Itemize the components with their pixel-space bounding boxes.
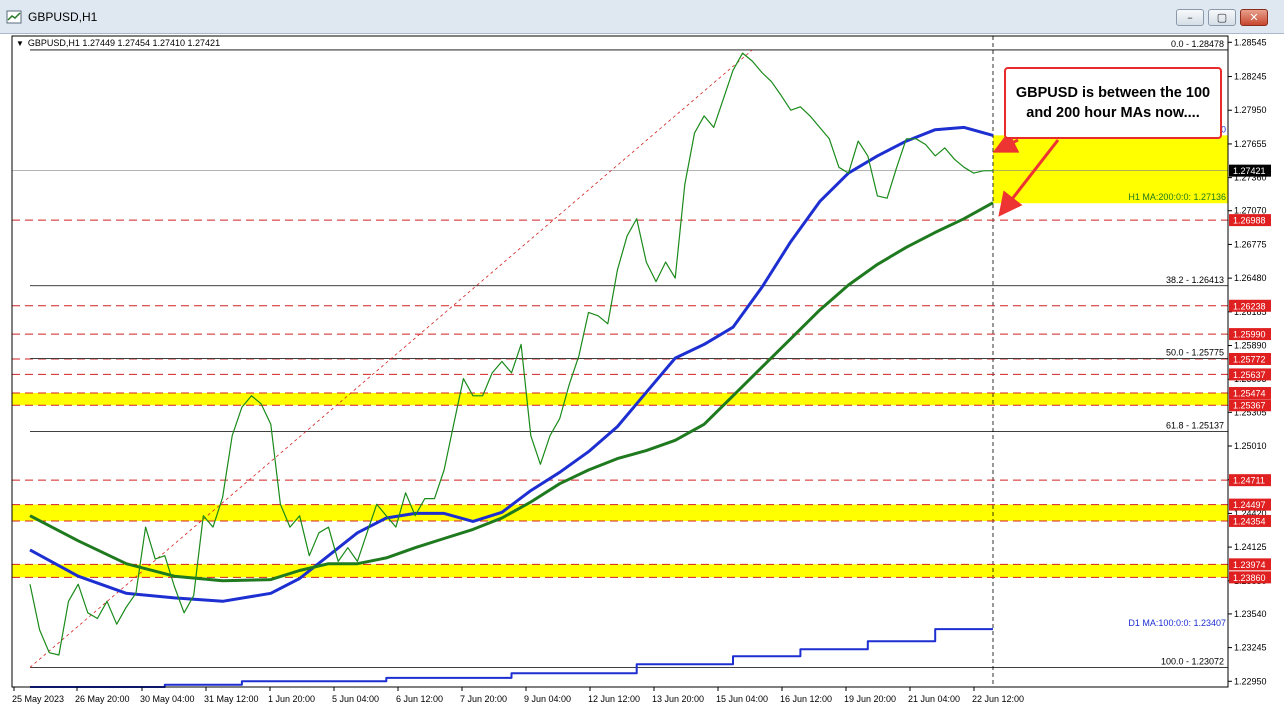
chart-window-icon bbox=[6, 10, 22, 24]
ma-label: H1 MA:200:0:0: 1.27136 bbox=[1128, 192, 1226, 202]
x-tick-label: 6 Jun 12:00 bbox=[396, 694, 443, 704]
y-tick-label: 1.26775 bbox=[1234, 239, 1267, 249]
y-tick-label: 1.28245 bbox=[1234, 72, 1267, 82]
y-tick-label: 1.25890 bbox=[1234, 341, 1267, 351]
y-tick-label: 1.24125 bbox=[1234, 542, 1267, 552]
ma-label: D1 MA:100:0:0: 1.23407 bbox=[1128, 618, 1226, 628]
level-tag-label: 1.24354 bbox=[1233, 516, 1266, 526]
level-tag-label: 1.24711 bbox=[1233, 476, 1265, 486]
support-zone bbox=[12, 393, 1228, 406]
series-d1-ma-100 bbox=[30, 628, 993, 688]
support-zone bbox=[12, 504, 1228, 521]
level-tag-label: 1.23974 bbox=[1233, 560, 1266, 570]
y-tick-label: 1.23245 bbox=[1234, 643, 1267, 653]
current-price-label: 1.27421 bbox=[1233, 166, 1266, 176]
x-tick-label: 7 Jun 20:00 bbox=[460, 694, 507, 704]
x-tick-label: 1 Jun 20:00 bbox=[268, 694, 315, 704]
x-tick-label: 5 Jun 04:00 bbox=[332, 694, 379, 704]
support-zone bbox=[12, 564, 1228, 578]
fib-label: 38.2 - 1.26413 bbox=[1166, 275, 1224, 285]
maximize-button[interactable]: ▢ bbox=[1208, 9, 1236, 26]
y-tick-label: 1.26480 bbox=[1234, 273, 1267, 283]
series-h1-ma-200 bbox=[29, 201, 994, 583]
x-tick-label: 9 Jun 04:00 bbox=[524, 694, 571, 704]
x-tick-label: 16 Jun 12:00 bbox=[780, 694, 832, 704]
minimize-button[interactable]: – bbox=[1176, 9, 1204, 26]
y-tick-label: 1.28545 bbox=[1234, 37, 1267, 47]
chart-header: ▼ GBPUSD,H1 1.27449 1.27454 1.27410 1.274… bbox=[16, 38, 220, 48]
fib-label: 50.0 - 1.25775 bbox=[1166, 348, 1224, 358]
fib-label: 100.0 - 1.23072 bbox=[1161, 656, 1224, 666]
level-tag-label: 1.25990 bbox=[1233, 330, 1266, 340]
x-tick-label: 26 May 20:00 bbox=[75, 694, 130, 704]
level-tag-label: 1.24497 bbox=[1233, 500, 1266, 510]
x-tick-label: 22 Jun 12:00 bbox=[972, 694, 1024, 704]
window-title: GBPUSD,H1 bbox=[28, 10, 98, 24]
annotation-box: GBPUSD is between the 100 and 200 hour M… bbox=[1004, 67, 1222, 139]
y-tick-label: 1.23540 bbox=[1234, 609, 1267, 619]
x-tick-label: 21 Jun 04:00 bbox=[908, 694, 960, 704]
x-tick-label: 25 May 2023 bbox=[12, 694, 64, 704]
annotation-line-1: GBPUSD is between the 100 bbox=[1015, 85, 1211, 101]
level-tag-label: 1.23860 bbox=[1233, 573, 1266, 583]
x-tick-label: 31 May 12:00 bbox=[204, 694, 259, 704]
y-tick-label: 1.27950 bbox=[1234, 105, 1267, 115]
level-tag-label: 1.26238 bbox=[1233, 301, 1266, 311]
fib-label: 0.0 - 1.28478 bbox=[1171, 39, 1224, 49]
chart-dropdown-icon[interactable]: ▼ bbox=[16, 39, 24, 48]
x-tick-label: 30 May 04:00 bbox=[140, 694, 195, 704]
annotation-line-2: and 200 hour MAs now.... bbox=[1026, 105, 1200, 121]
x-tick-label: 13 Jun 20:00 bbox=[652, 694, 704, 704]
x-tick-label: 19 Jun 20:00 bbox=[844, 694, 896, 704]
fib-label: 61.8 - 1.25137 bbox=[1166, 421, 1224, 431]
y-tick-label: 1.25010 bbox=[1234, 441, 1267, 451]
level-tag-label: 1.25637 bbox=[1233, 370, 1266, 380]
close-button[interactable]: ✕ bbox=[1240, 9, 1268, 26]
x-tick-label: 12 Jun 12:00 bbox=[588, 694, 640, 704]
level-tag-label: 1.25772 bbox=[1233, 354, 1266, 364]
y-tick-label: 1.22950 bbox=[1234, 676, 1267, 686]
x-tick-label: 15 Jun 04:00 bbox=[716, 694, 768, 704]
level-tag-label: 1.26988 bbox=[1233, 216, 1266, 226]
chart-header-text: GBPUSD,H1 1.27449 1.27454 1.27410 1.2742… bbox=[27, 38, 221, 48]
series-h1-ma-100 bbox=[29, 125, 994, 603]
window-titlebar: GBPUSD,H1 – ▢ ✕ bbox=[0, 0, 1284, 34]
level-tag-label: 1.25367 bbox=[1233, 401, 1266, 411]
y-tick-label: 1.27655 bbox=[1234, 139, 1267, 149]
level-tag-label: 1.25474 bbox=[1233, 389, 1266, 399]
